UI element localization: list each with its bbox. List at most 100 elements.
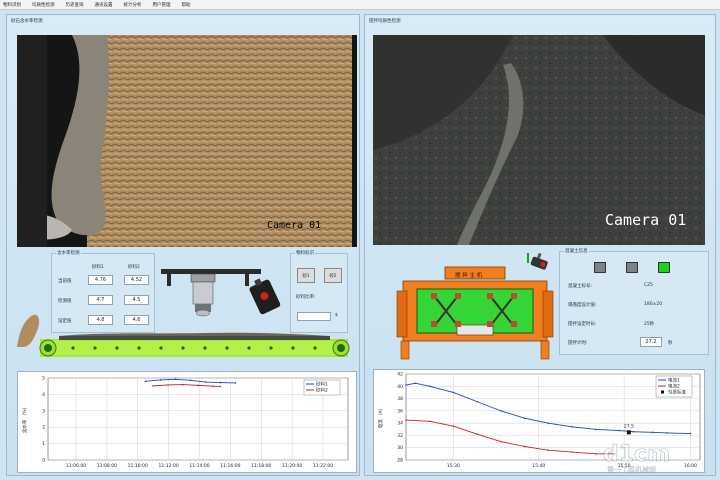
y-tick-label: 42 [397,372,403,378]
data-point [167,384,169,386]
x-tick-label: 11:12:00 [159,463,179,469]
camera-label: Camera 01 [267,220,322,231]
y-tick-label: 2 [42,425,45,431]
menu-item-stats[interactable]: 统计分析 [124,2,142,8]
legend-label: 砂料2 [316,387,328,394]
data-point [666,432,668,434]
plot-area [47,377,349,461]
d1cm-logo-icon: d1cm 第一工程机械网 [603,442,671,474]
moisture-chart-svg: 0 1 2 3 4 5 11:06:00 11:08:00 11:10:00 11:12:00 11… [21,376,349,469]
svg-text:d1cm: d1cm [603,442,670,467]
mix-duration-label: 搅拌设定时长: [568,322,597,327]
y-tick-label: 30 [397,445,403,451]
y-tick-label: 34 [397,421,403,427]
data-point [571,426,573,428]
data-point [219,385,222,388]
col-header-sand2: 砂料2 [128,265,140,270]
concrete-info-group: 混凝土信息 混凝土标号: C25 塌落度设计值: 180±20 搅拌设定时长: … [559,248,709,355]
slump-value: 180±20 [644,302,663,307]
sand-camera-feed: Camera 01 [17,35,357,247]
x-tick-label: 11:16:00 [220,463,240,469]
y-tick-label: 4 [42,392,45,398]
data-point [476,400,478,403]
menu-item-users[interactable]: 用户管理 [153,2,171,8]
y-tick-label: 28 [397,458,403,464]
data-point [204,381,207,383]
legend-label: 电流1 [668,377,680,384]
menu-bar: 物料识别 均质性检测 历史查询 通讯设置 统计分析 用户管理 帮助 [0,0,720,10]
y-tick-label: 38 [397,396,403,402]
panel-title: 砂石含水率检测 [11,19,43,24]
x-tick-label: 11:20:00 [282,463,302,469]
menu-item-comm[interactable]: 通讯设置 [95,2,113,8]
camera-label: Camera 01 [605,211,687,229]
mixer-label: 搅 拌 主 机 [455,273,483,279]
status-indicator-3 [658,262,670,273]
grade-label: 混凝土标号: [568,284,593,289]
data-point [152,385,154,387]
x-tick-label: 11:10:00 [128,463,148,469]
x-tick-label: 11:08:00 [97,463,117,469]
y-tick-label: 0 [42,458,45,464]
status-indicator-1 [594,262,606,273]
data-point [182,383,184,386]
menu-item-homogeneity[interactable]: 均质性检测 [32,2,55,8]
data-point [189,379,192,382]
legend-label: 电流2 [668,383,680,390]
y-axis-label: 电流 （A） [377,406,384,429]
data-point [428,420,431,423]
data-point [689,432,692,435]
data-point [547,449,550,451]
mix-duration-value: 25秒 [644,322,655,327]
sand-moisture-panel: 砂石含水率检测 Camera 01 含水率检测 砂料1 砂料2 当前值 4.76 [6,14,360,476]
camera-icon [527,252,548,270]
row-label-current: 当前值 [58,279,72,284]
mixer-camera-feed: Camera 01 [373,35,705,245]
data-point [523,445,526,448]
group-title: 物料标识 [295,250,315,256]
data-point [174,378,177,381]
data-point [405,384,407,386]
data-point [144,380,147,383]
watermark-logo: d1cm 第一工程机械网 [599,439,715,475]
data-point [476,433,478,435]
mixing-homogeneity-panel: 搅拌均质性检测 Camera 01 搅 拌 主 机 混凝土信息 混凝土标号: C… [364,14,716,476]
col-header-sand1: 砂料1 [92,265,104,270]
grade-value: C25 [644,283,653,288]
mix-timer-unit: 秒 [668,341,673,346]
sand2-button[interactable]: 砂2 [324,268,342,283]
data-point [632,430,635,433]
y-axis-label: 含水率 （%） [21,405,28,433]
x-tick-label: 11:06:00 [66,463,86,469]
legend-label: 砂料1 [316,381,328,388]
y-tick-label: 36 [397,408,403,414]
moisture-trend-chart: 0 1 2 3 4 5 11:06:00 11:08:00 11:10:00 11:12:00 11… [17,371,357,473]
data-point [414,382,417,385]
data-point [523,417,526,420]
sand-video-image [17,35,357,247]
data-point [651,431,654,434]
annotation-label: 27.5 [624,423,634,429]
mix-timer-label: 搅拌计时: [568,341,588,346]
data-point [500,410,502,412]
y-tick-label: 1 [42,441,45,447]
legend-swatch [661,390,664,394]
legend-label: 匀质标准 [668,389,686,396]
menu-item-history[interactable]: 历史查询 [66,2,84,8]
data-point [500,440,502,443]
status-indicator-2 [626,262,638,273]
sand1-button[interactable]: 砂1 [297,268,315,283]
slump-label: 塌落度设计值: [568,303,597,308]
y-tick-label: 40 [397,384,403,390]
menu-item-help[interactable]: 帮助 [182,2,191,8]
y-tick-label: 32 [397,433,403,439]
menu-item-material[interactable]: 物料识别 [3,2,21,8]
data-point [197,384,199,387]
data-point [405,419,407,421]
data-point [594,453,597,455]
x-tick-label: 11:14:00 [189,463,209,469]
conveyor-illustration [17,314,350,357]
data-point [428,385,431,388]
marker-point [626,430,631,435]
x-tick-label: 11:18:00 [251,463,271,469]
